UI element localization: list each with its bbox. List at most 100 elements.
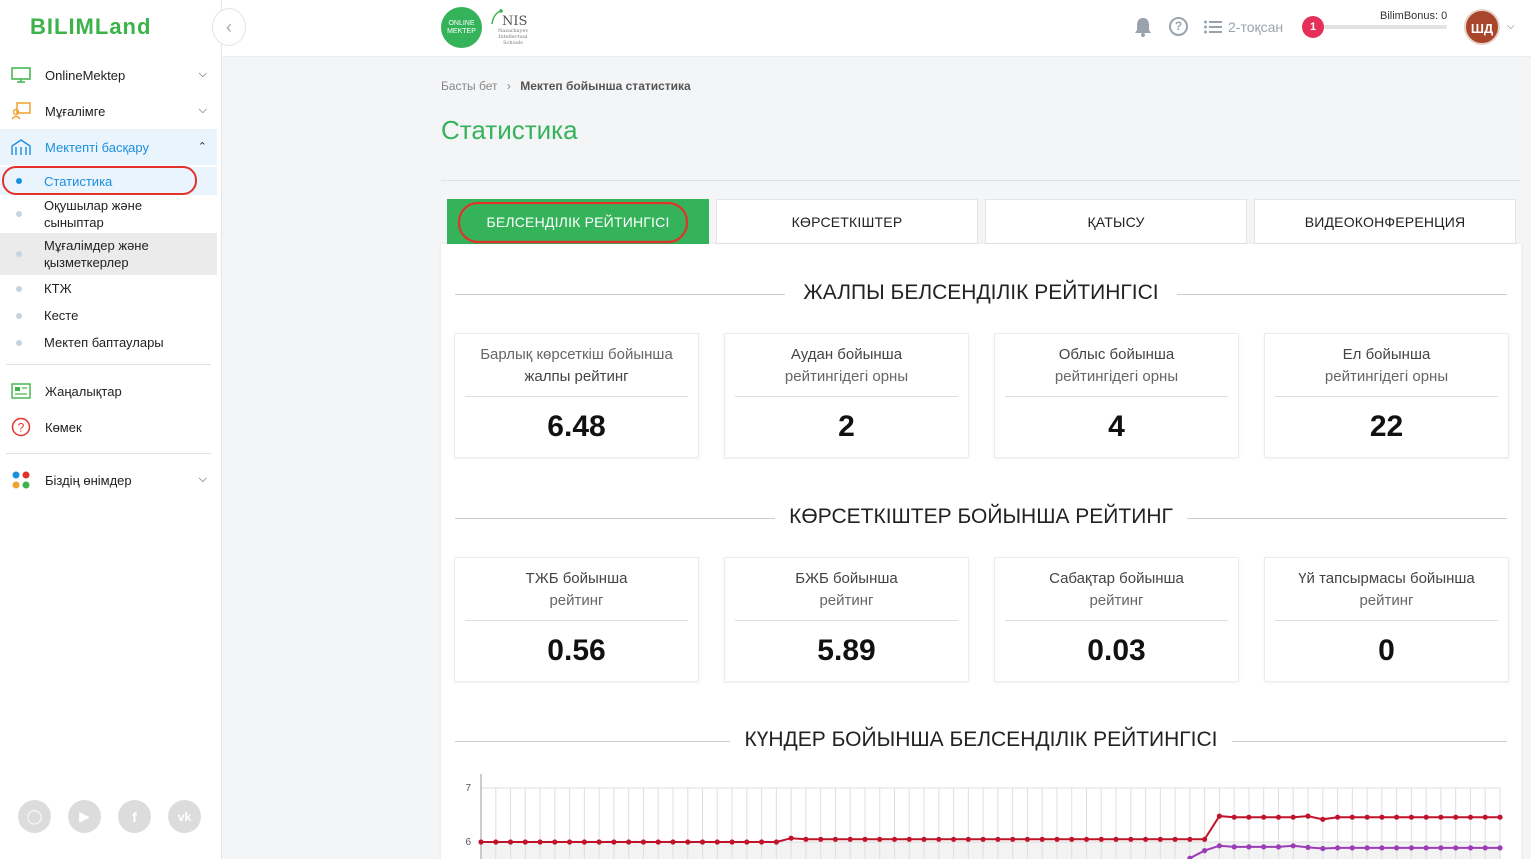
chevron-down-icon[interactable]: ⌵: [199, 104, 207, 117]
tab-indicators[interactable]: КӨРСЕТКІШТЕР: [716, 199, 978, 244]
bilimbonus-label: BilimBonus: 0: [1380, 10, 1448, 22]
avatar[interactable]: ШД: [1464, 9, 1500, 45]
chart-point: [1202, 848, 1208, 854]
sidebar-subitem-schedule[interactable]: Кесте: [0, 302, 217, 329]
quarter-label: 2-тоқсан: [1228, 19, 1284, 35]
tab-label: ҚАТЫСУ: [1087, 213, 1145, 230]
chart-point: [1216, 813, 1222, 819]
sidebar-subitem-ktzh[interactable]: КТЖ: [0, 275, 217, 302]
sidebar: BILIMLand OnlineMektep ⌵ Мұғалімге ⌵ Мек…: [0, 0, 222, 859]
chart-point: [1024, 836, 1030, 842]
chart-point: [832, 836, 838, 842]
sidebar-subitem-label: Мұғалімдер және қызметкерлер: [44, 238, 149, 270]
chevron-down-icon[interactable]: ⌵: [1507, 21, 1515, 32]
vk-icon[interactable]: vk: [168, 800, 201, 833]
chart-point: [1113, 836, 1119, 842]
breadcrumb-home[interactable]: Басты бет: [441, 79, 498, 93]
chart-point: [1453, 845, 1459, 851]
sidebar-item-products[interactable]: Біздің өнімдер ⌵: [0, 462, 217, 498]
chart-point: [1482, 845, 1488, 851]
chevron-down-icon[interactable]: ⌵: [199, 68, 207, 81]
facebook-icon[interactable]: f: [118, 800, 151, 833]
chart-point: [1246, 844, 1252, 850]
chart-point: [1290, 843, 1296, 849]
chart-point: [936, 836, 942, 842]
chart-point: [818, 836, 824, 842]
sidebar-item-label: OnlineMektep: [45, 67, 126, 83]
chart-point: [1261, 814, 1267, 820]
chart-point: [1379, 845, 1385, 851]
chart-point: [1349, 814, 1355, 820]
sidebar-collapse-button[interactable]: ‹: [212, 8, 246, 46]
chart-point: [980, 836, 986, 842]
chevron-left-icon: ‹: [226, 16, 232, 37]
card-value: 0.03: [1087, 634, 1146, 667]
tab-label: ВИДЕОКОНФЕРЕНЦИЯ: [1304, 213, 1466, 230]
chart-point: [1157, 836, 1163, 842]
chart-point: [1364, 814, 1370, 820]
chart-point: [1482, 814, 1488, 820]
chart-point: [1467, 814, 1474, 820]
bilimland-logo[interactable]: BILIMLand: [30, 14, 151, 40]
chart-point: [1438, 845, 1444, 851]
monitor-icon: [10, 66, 32, 84]
chart-point: [1275, 844, 1282, 850]
sidebar-item-help[interactable]: ? Көмек: [0, 409, 217, 445]
chart-point: [1497, 845, 1503, 851]
card-region-rank: Облыс бойынша рейтингідегі орны 4: [994, 333, 1239, 458]
tab-label: КӨРСЕТКІШТЕР: [791, 213, 903, 230]
chart-point: [1423, 814, 1429, 820]
card-value: 5.89: [817, 634, 876, 667]
chart-point: [1349, 845, 1355, 851]
chevron-down-icon[interactable]: ⌵: [199, 473, 207, 486]
sidebar-item-teacher[interactable]: Мұғалімге ⌵: [0, 93, 217, 129]
chart-point: [906, 836, 912, 842]
chart-point: [891, 836, 898, 842]
sidebar-subitem-label: Кесте: [44, 308, 79, 323]
notification-bell-icon[interactable]: [1134, 17, 1152, 37]
sidebar-item-news[interactable]: Жаңалықтар: [0, 373, 217, 409]
sidebar-item-onlinemektep[interactable]: OnlineMektep ⌵: [0, 57, 217, 93]
card-country-rank: Ел бойынша рейтингідегі орны 22: [1264, 333, 1509, 458]
tab-activity-rating[interactable]: БЕЛСЕНДІЛІК РЕЙТИНГІСІ: [447, 199, 709, 244]
chart-point: [640, 839, 646, 845]
quarter-selector[interactable]: 2-тоқсан: [1204, 19, 1283, 35]
page-title: Статистика: [441, 115, 578, 145]
chart-point: [1128, 836, 1134, 842]
youtube-icon[interactable]: ▶: [68, 800, 101, 833]
tab-videoconference[interactable]: ВИДЕОКОНФЕРЕНЦИЯ: [1254, 199, 1516, 244]
chart-point: [1394, 845, 1400, 851]
rating-panel: ЖАЛПЫ БЕЛСЕНДІЛІК РЕЙТИНГІСІ Барлық көрс…: [441, 244, 1521, 859]
chart-point: [478, 839, 484, 845]
help-icon[interactable]: ?: [1169, 17, 1188, 36]
bonus-progress-bar: [1320, 25, 1447, 29]
chart-point: [1216, 843, 1222, 849]
card-value: 0.56: [547, 634, 606, 667]
section-title-indicators: КӨРСЕТКІШТЕР БОЙЫНША РЕЙТИНГ: [455, 505, 1507, 529]
chart-point: [847, 836, 853, 842]
highlight-outline: [2, 166, 197, 195]
chart-point: [773, 839, 779, 845]
chart-point: [1231, 814, 1237, 820]
chart-point: [685, 839, 691, 845]
sidebar-subitem-settings[interactable]: Мектеп баптаулары: [0, 329, 217, 356]
chart-point: [1305, 844, 1311, 850]
chart-point: [537, 839, 543, 845]
instagram-icon[interactable]: ◯: [18, 800, 51, 833]
onlinemektep-logo[interactable]: ONLINE MEKTEP: [441, 7, 482, 48]
chart-point: [744, 839, 750, 845]
chart-point: [921, 836, 927, 842]
sidebar-item-label: Көмек: [45, 419, 82, 435]
nis-logo[interactable]: NIS Nazarbayev Intellectual Schools: [490, 8, 530, 48]
sidebar-item-school-management[interactable]: Мектепті басқару ⌃: [0, 129, 217, 165]
sidebar-subitem-statistics[interactable]: Статистика: [0, 166, 217, 195]
tab-attendance[interactable]: ҚАТЫСУ: [985, 199, 1247, 244]
chart-point: [1246, 814, 1252, 820]
sidebar-subitem-teachers[interactable]: Мұғалімдер және қызметкерлер: [0, 233, 217, 275]
highlight-outline: [458, 202, 689, 244]
card-district-rank: Аудан бойынша рейтингідегі орны 2: [724, 333, 969, 458]
social-links: ◯ ▶ f vk: [18, 800, 201, 833]
chart-point: [729, 839, 735, 845]
chevron-up-icon[interactable]: ⌃: [198, 140, 207, 153]
sidebar-subitem-students[interactable]: Оқушылар және сыныптар: [0, 195, 217, 233]
